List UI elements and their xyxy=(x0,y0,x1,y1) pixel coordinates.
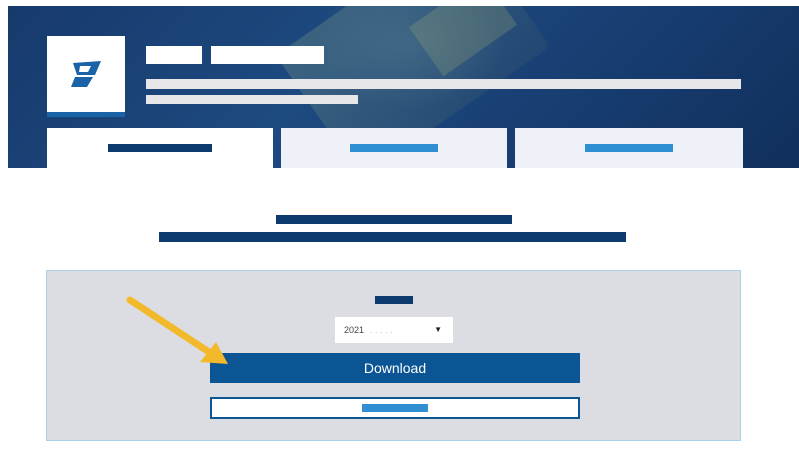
nav-tabs xyxy=(47,128,743,168)
triangle-down-icon: ▼ xyxy=(434,325,442,334)
year-dropdown-redacted-text: . . . . . xyxy=(370,325,393,335)
panel-heading xyxy=(375,296,413,304)
yellow-arrow-icon xyxy=(126,296,228,364)
secondary-button[interactable] xyxy=(210,397,580,419)
tab-3[interactable] xyxy=(515,128,743,168)
download-button[interactable]: Download xyxy=(210,353,580,383)
site-subtitle-line-1 xyxy=(146,79,741,89)
year-dropdown-value: 2021 xyxy=(344,325,365,335)
site-logo[interactable] xyxy=(47,36,125,117)
page-title xyxy=(276,215,512,224)
site-subtitle-line-2 xyxy=(146,95,358,104)
tab-1[interactable] xyxy=(47,128,273,168)
year-dropdown[interactable]: 2021 . . . . . ▼ xyxy=(335,317,453,343)
tab-2[interactable] xyxy=(281,128,507,168)
tab-1-label xyxy=(108,144,212,152)
secondary-button-label xyxy=(362,404,428,412)
page-subtitle xyxy=(159,232,626,242)
flag-logo-icon xyxy=(71,61,101,87)
site-title-part-2 xyxy=(211,46,324,64)
site-title-part-1 xyxy=(146,46,202,64)
tab-2-label xyxy=(350,144,438,152)
tab-3-label xyxy=(585,144,673,152)
